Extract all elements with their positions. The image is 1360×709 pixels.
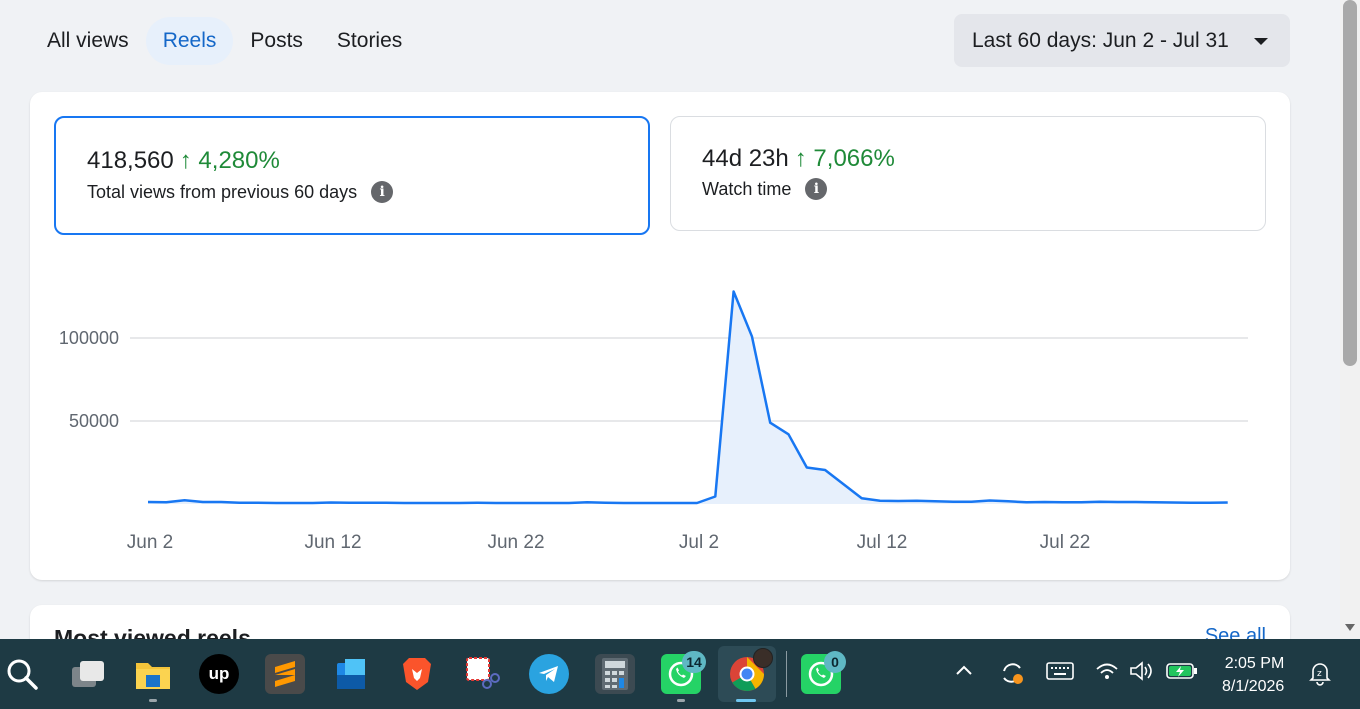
brave-icon[interactable] [397,654,437,694]
views-change: ↑ 4,280% [179,147,280,174]
views-chart: 50000 100000 Jun 2 Jun 12 Jun 22 Jul 2 Jul 12 J… [59,290,1248,553]
x-tick-label: Jul 22 [1040,532,1091,553]
metric-value: 418,560 ↑ 4,280% [87,147,280,175]
clock-date: 8/1/2026 [1222,678,1285,695]
watch-change: ↑ 7,066% [794,145,895,172]
metric-label: Total views from previous 60 days i [87,181,394,203]
watch-label: Watch time [702,178,792,199]
series-area [148,291,1228,504]
system-clock[interactable]: 2:05 PM 8/1/2026 [1222,652,1284,698]
calculator-icon[interactable] [595,654,635,694]
snipping-tool-icon[interactable] [463,654,503,694]
info-icon[interactable]: i [805,178,828,200]
keyboard-icon[interactable] [1046,661,1074,686]
x-tick-label: Jul 12 [857,532,908,553]
taskbar: up 14 0 2:05 PM 8/1/2026 z [0,639,1360,709]
notifications-bell-icon[interactable]: z [1308,660,1332,691]
taskbar-divider [786,651,787,697]
y-tick-label: 100000 [59,328,119,348]
metric-label: Watch time i [702,178,828,200]
whatsapp-business-badge: 0 [824,651,846,673]
caret-down-icon [1254,38,1268,45]
metric-card-views[interactable]: 418,560 ↑ 4,280% Total views from previou… [54,116,650,235]
metric-card-watch-time[interactable]: 44d 23h ↑ 7,066% Watch time i [670,116,1266,231]
file-explorer-icon[interactable] [133,654,173,694]
profile-avatar [753,648,773,668]
taskbar-indicator [149,699,157,702]
clock-time: 2:05 PM [1224,655,1285,672]
upwork-icon[interactable]: up [199,654,239,694]
search-icon[interactable] [2,654,42,694]
windows-store-icon[interactable] [331,654,371,694]
task-view-icon[interactable] [68,654,108,694]
battery-icon[interactable] [1166,661,1198,686]
scrollbar[interactable] [1340,0,1360,639]
content-type-tabs: All views Reels Posts Stories [30,14,419,68]
tab-stories[interactable]: Stories [320,17,419,65]
views-label: Total views from previous 60 days [87,181,358,202]
taskbar-indicator [736,699,756,702]
sync-icon[interactable] [998,659,1026,692]
x-tick-label: Jun 2 [127,532,173,553]
metric-value: 44d 23h ↑ 7,066% [702,145,895,173]
tab-reels[interactable]: Reels [145,17,234,65]
views-value: 418,560 [87,147,174,174]
wifi-icon[interactable] [1095,661,1119,686]
telegram-icon[interactable] [529,654,569,694]
volume-icon[interactable] [1129,661,1155,686]
x-tick-label: Jun 22 [487,532,544,553]
watch-value: 44d 23h [702,145,789,172]
info-icon[interactable]: i [371,181,394,203]
svg-text:z: z [1317,669,1322,679]
chrome-taskbar-button[interactable] [718,646,776,702]
show-hidden-icons-chevron-icon[interactable] [954,661,974,682]
date-range-label: Last 60 days: Jun 2 - Jul 31 [972,28,1229,52]
whatsapp-unread-badge: 14 [682,651,706,673]
taskbar-indicator [677,699,685,702]
tab-posts[interactable]: Posts [233,17,320,65]
x-tick-label: Jun 12 [304,532,361,553]
tab-all-views[interactable]: All views [30,17,146,65]
series-line [147,290,1228,505]
scrollbar-thumb[interactable] [1343,0,1357,366]
scroll-down-arrow[interactable] [1345,624,1355,631]
x-tick-label: Jul 2 [679,532,719,553]
sublime-text-icon[interactable] [265,654,305,694]
y-tick-label: 50000 [69,411,119,431]
date-range-dropdown[interactable]: Last 60 days: Jun 2 - Jul 31 [954,14,1290,67]
